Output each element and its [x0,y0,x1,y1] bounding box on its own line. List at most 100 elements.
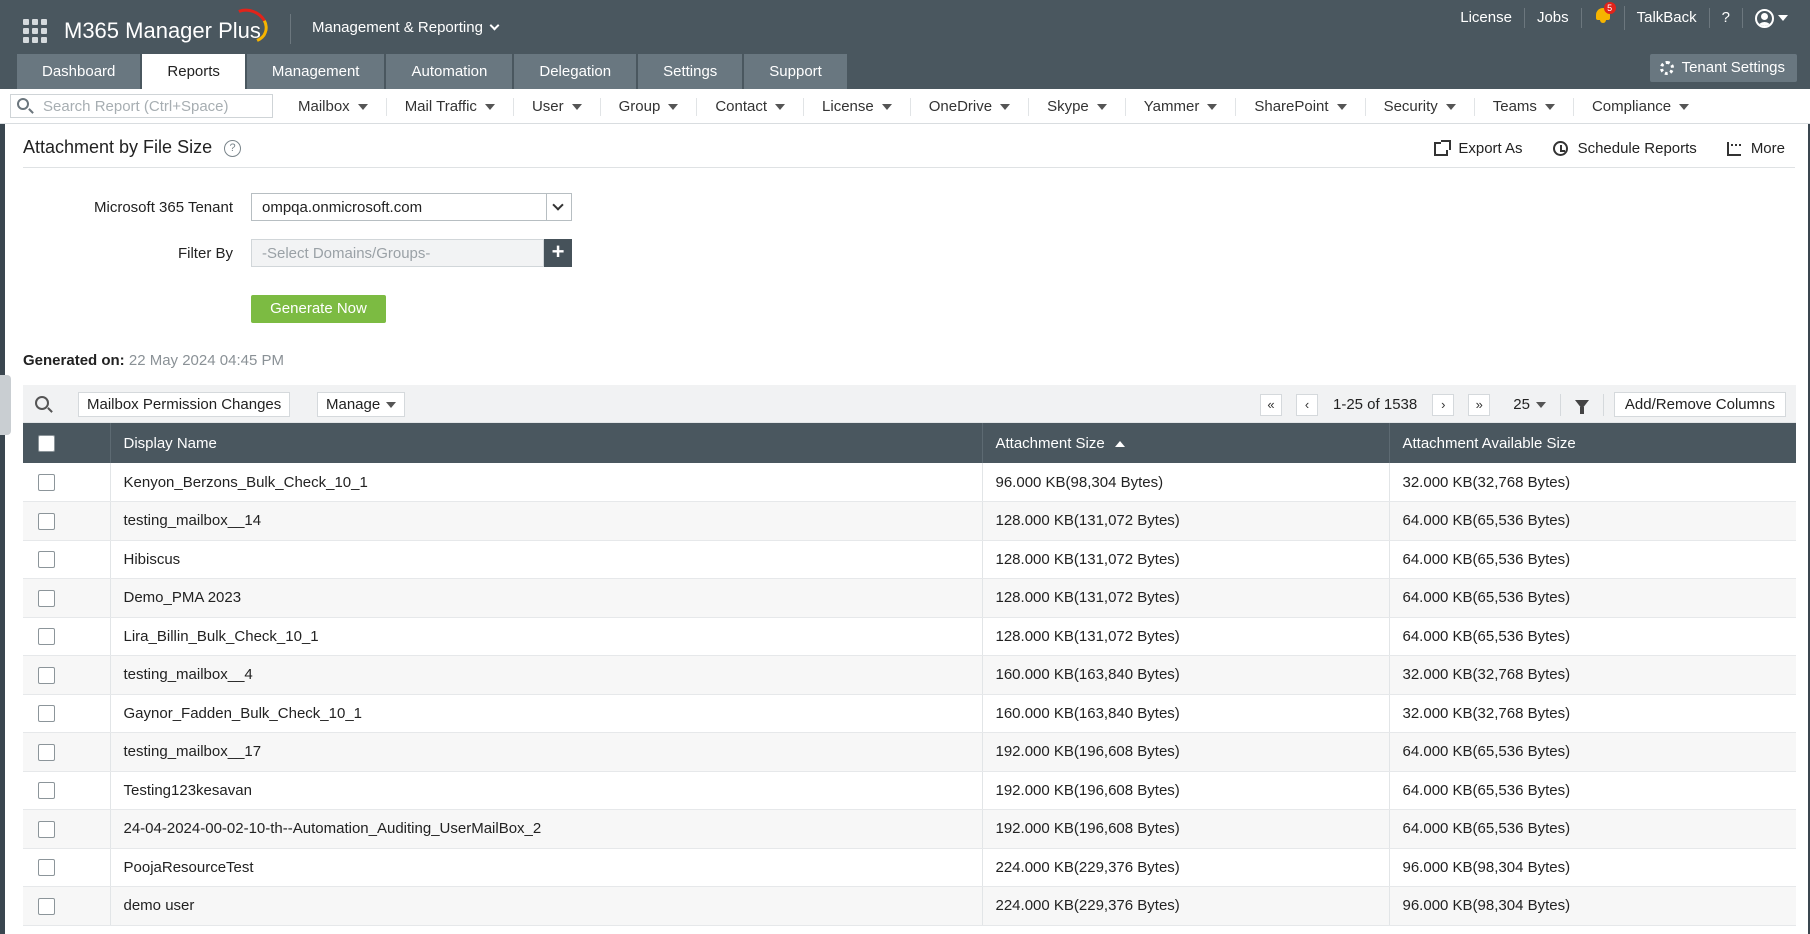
tab-dashboard[interactable]: Dashboard [17,54,141,89]
caret-down-icon [881,103,892,110]
notifications-button[interactable]: 5 [1582,2,1625,30]
more-button[interactable]: More [1726,140,1785,157]
tab-automation[interactable]: Automation [386,54,513,89]
tab-reports[interactable]: Reports [142,54,245,89]
row-checkbox[interactable] [38,743,55,761]
caret-down-icon [1778,15,1788,21]
table-row[interactable]: testing_mailbox__4 160.000 KB(163,840 Byt… [23,655,1796,695]
row-checkbox[interactable] [38,589,55,607]
display-name-cell: Lira_Billin_Bulk_Check_10_1 [110,617,983,656]
attachment-available-size-cell: 96.000 KB(98,304 Bytes) [1389,886,1796,926]
select-all-checkbox[interactable] [38,434,55,452]
category-teams[interactable]: Teams [1475,97,1574,116]
search-icon[interactable] [35,396,49,410]
column-display-name[interactable]: Display Name [110,423,983,463]
category-group[interactable]: Group [601,97,698,116]
row-checkbox[interactable] [38,859,55,877]
add-remove-columns-button[interactable]: Add/Remove Columns [1613,392,1786,417]
category-onedrive[interactable]: OneDrive [911,97,1030,116]
row-checkbox[interactable] [38,666,55,684]
help-icon[interactable]: ? [224,140,241,157]
view-name-field[interactable]: Mailbox Permission Changes [78,392,291,417]
caret-down-icon [1000,103,1011,110]
category-contact[interactable]: Contact [697,97,805,116]
tenant-select[interactable]: ompqa.onmicrosoft.com [251,193,572,221]
tab-management[interactable]: Management [246,54,385,89]
display-name-cell: PoojaResourceTest [110,848,983,887]
caret-down-icon [1096,103,1107,110]
display-name-cell: testing_mailbox__17 [110,732,983,772]
last-page-button[interactable]: » [1468,393,1491,416]
generated-on: Generated on: 22 May 2024 04:45 PM [23,352,284,369]
caret-down-icon [386,401,397,408]
attachment-size-cell: 192.000 KB(196,608 Bytes) [982,809,1390,849]
table-row[interactable]: Testing123kesavan 192.000 KB(196,608 Byte… [23,771,1796,810]
row-select-cell [23,809,111,849]
attachment-size-cell: 128.000 KB(131,072 Bytes) [982,617,1390,656]
module-switcher[interactable]: Management & Reporting [312,19,500,36]
table-row[interactable]: testing_mailbox__17 192.000 KB(196,608 By… [23,732,1796,772]
row-checkbox[interactable] [38,512,55,530]
schedule-reports-button[interactable]: Schedule Reports [1552,140,1697,157]
category-user[interactable]: User [514,97,601,116]
search-input[interactable] [43,96,269,116]
manage-dropdown[interactable]: Manage [317,392,406,417]
tab-delegation[interactable]: Delegation [514,54,637,89]
category-sharepoint[interactable]: SharePoint [1236,97,1366,116]
table-row[interactable]: testing_mailbox__14 128.000 KB(131,072 By… [23,501,1796,541]
attachment-size-cell: 128.000 KB(131,072 Bytes) [982,501,1390,541]
tab-settings[interactable]: Settings [638,54,743,89]
license-link[interactable]: License [1448,8,1525,28]
category-skype[interactable]: Skype [1029,97,1126,116]
table-row[interactable]: Kenyon_Berzons_Bulk_Check_10_1 96.000 KB(… [23,463,1796,502]
toolbar-divider [1559,393,1561,416]
display-name-cell: testing_mailbox__4 [110,655,983,695]
category-mail-traffic[interactable]: Mail Traffic [387,97,514,116]
help-link[interactable]: ? [1710,8,1743,28]
table-row[interactable]: Hibiscus 128.000 KB(131,072 Bytes) 64.000 … [23,540,1796,579]
export-button[interactable]: Export As [1434,139,1523,157]
row-checkbox[interactable] [38,628,55,646]
row-checkbox[interactable] [38,820,55,838]
attachment-size-cell: 160.000 KB(163,840 Bytes) [982,655,1390,695]
table-row[interactable]: Demo_PMA 2023 128.000 KB(131,072 Bytes) 64… [23,578,1796,618]
table-row[interactable]: Lira_Billin_Bulk_Check_10_1 128.000 KB(13… [23,617,1796,656]
user-menu[interactable] [1743,8,1800,28]
top-links: License Jobs 5 TalkBack ? [1448,2,1800,30]
page-size-select[interactable]: 25 [1513,396,1546,413]
prev-page-button[interactable]: ‹ [1295,393,1318,416]
row-checkbox[interactable] [38,897,55,915]
row-select-cell [23,732,111,772]
table-row[interactable]: 24-04-2024-00-02-10-th--Automation_Audit… [23,809,1796,849]
category-license[interactable]: License [804,97,911,116]
side-panel-handle[interactable] [0,375,11,435]
category-compliance[interactable]: Compliance [1574,98,1707,116]
row-checkbox[interactable] [38,473,55,491]
category-yammer[interactable]: Yammer [1126,97,1237,116]
attachment-available-size-cell: 64.000 KB(65,536 Bytes) [1389,617,1796,656]
table-row[interactable]: demo user 224.000 KB(229,376 Bytes) 96.000… [23,886,1796,926]
row-checkbox[interactable] [38,551,55,569]
filter-field[interactable]: -Select Domains/Groups- [251,239,544,267]
app-launcher-icon[interactable] [23,19,47,43]
table-row[interactable]: PoojaResourceTest 224.000 KB(229,376 Byte… [23,848,1796,887]
table-row[interactable]: Gaynor_Fadden_Bulk_Check_10_1 160.000 KB(… [23,694,1796,733]
main-tabs: Dashboard Reports Management Automation … [17,54,849,89]
generate-now-button[interactable]: Generate Now [251,295,386,323]
jobs-link[interactable]: Jobs [1525,8,1582,28]
row-checkbox[interactable] [38,705,55,723]
tab-support[interactable]: Support [744,54,847,89]
filter-icon[interactable] [1574,400,1589,414]
first-page-button[interactable]: « [1259,393,1282,416]
next-page-button[interactable]: › [1432,393,1455,416]
add-filter-button[interactable]: + [544,239,572,267]
category-security[interactable]: Security [1366,97,1475,116]
tenant-settings-button[interactable]: Tenant Settings [1649,54,1797,82]
chevron-down-icon[interactable] [546,194,571,220]
column-attachment-size[interactable]: Attachment Size [982,423,1390,463]
column-attachment-available-size[interactable]: Attachment Available Size [1389,423,1796,463]
talkback-link[interactable]: TalkBack [1625,8,1710,28]
category-mailbox[interactable]: Mailbox [280,97,387,116]
row-checkbox[interactable] [38,782,55,800]
filter-label: Filter By [177,245,233,262]
